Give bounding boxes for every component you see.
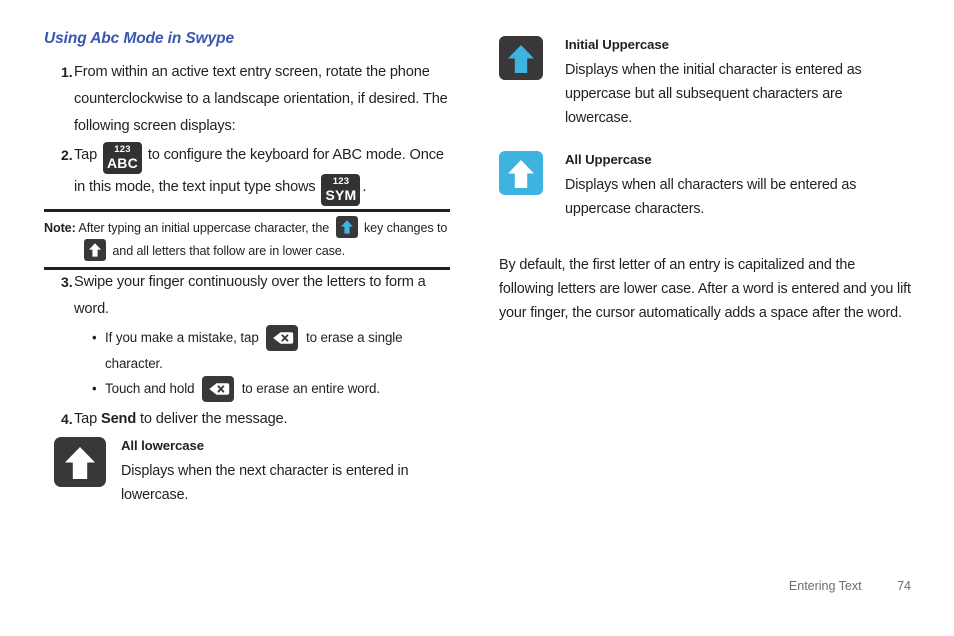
bullet-2-text-before: Touch and hold [105,381,195,396]
step-4: 4. Tap Send to deliver the message. [44,406,454,433]
legend-text: Initial Uppercase Displays when the init… [565,36,911,130]
footer-page-number: 74 [897,579,911,593]
note-content: Note: After typing an initial uppercase … [44,212,450,267]
shift-all-lowercase-icon [54,437,106,487]
legend-description: Displays when the next character is ente… [121,463,409,503]
legend-row: All lowercase Displays when the next cha… [54,437,454,507]
abc-key-bottom-label: ABC [107,154,138,171]
step-2-text-after: . [362,178,367,195]
legend-title: All Uppercase [565,152,652,167]
note-line1-before: After typing an initial uppercase charac… [78,221,330,235]
step-1-text: From within an active text entry screen,… [74,63,448,134]
legend-text: All Uppercase Displays when all characte… [565,151,911,221]
footer: Entering Text 74 [0,579,911,593]
right-column: Initial Uppercase Displays when the init… [499,36,911,325]
step-2-number: 2. [61,146,73,163]
step-4-text: Tap Send to deliver the message. [74,406,454,433]
bullet-erase-word: • Touch and hold to erase an entire word… [92,376,454,402]
send-button-label: Send [101,411,137,427]
page-title: Using Abc Mode in Swype [44,30,235,47]
note-line-2: and all letters that follow are in lower… [44,239,450,262]
step-2-text-before: Tap [74,146,98,163]
step-3: 3. Swipe your finger continuously over t… [44,269,454,323]
step-3-text: Swipe your finger continuously over the … [74,274,426,317]
note-label: Note: [44,221,76,235]
legend-description: Displays when the initial character is e… [565,62,862,126]
sym-key-top-label: 123 [332,175,350,187]
legend-title: Initial Uppercase [565,37,669,52]
shift-key-cyan-icon [335,216,358,238]
step-4-number: 4. [61,411,73,427]
legend-text: All lowercase Displays when the next cha… [121,437,454,507]
note-line2-after: and all letters that follow are in lower… [112,244,346,258]
closing-paragraph: By default, the first letter of an entry… [499,257,911,321]
sym-key-bottom-label: SYM [325,186,357,203]
step-4-text-before: Tap [74,411,98,427]
backspace-key-icon[interactable] [202,376,235,402]
shift-all-uppercase-icon [499,151,543,195]
left-column-lower: 3. Swipe your finger continuously over t… [44,269,454,435]
legend-all-uppercase: All Uppercase Displays when all characte… [499,151,911,221]
step-2: 2. Tap 123 ABC to configure the keyboard… [44,141,454,206]
step-1: 1. From within an active text entry scre… [44,59,454,140]
shift-initial-uppercase-icon [499,36,543,80]
backspace-key-icon[interactable] [266,325,299,351]
legend-initial-uppercase: Initial Uppercase Displays when the init… [499,36,911,130]
manual-page: Using Abc Mode in Swype 1. From within a… [0,0,954,636]
step-2-text: Tap 123 ABC to configure the keyboard fo… [74,141,454,206]
sym-mode-key-icon[interactable]: 123 SYM [321,173,361,206]
footer-chapter: Entering Text [788,579,862,593]
step-3-bullet-list: If you make a mistake, tap to erase a si… [44,325,454,402]
bullet-erase-character: If you make a mistake, tap to erase a si… [92,325,454,376]
abc-key-top-label: 123 [114,143,131,155]
bullet-1-text-before: If you make a mistake, tap [105,330,259,345]
legend-description: Displays when all characters will be ent… [565,177,857,217]
legend-all-lowercase: All lowercase Displays when the next cha… [54,437,454,507]
note-block: Note: After typing an initial uppercase … [44,209,450,270]
shift-key-white-icon [84,239,106,261]
abc-mode-key-icon[interactable]: 123 ABC [103,141,142,174]
bullet-2-text-after: to erase an entire word. [241,381,380,396]
note-line-1: Note: After typing an initial uppercase … [44,216,450,239]
step-4-text-after: to deliver the message. [140,411,288,427]
step-3-number: 3. [61,274,73,290]
note-line1-after: key changes to [363,221,448,235]
step-1-number: 1. [61,63,73,80]
left-column: Using Abc Mode in Swype 1. From within a… [44,30,454,208]
legend-title: All lowercase [121,438,204,453]
